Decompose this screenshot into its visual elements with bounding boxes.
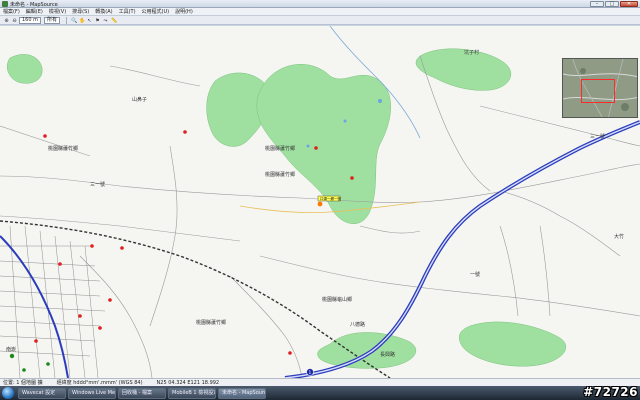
area-label: 桃園縣龜山鄉 [322,296,352,303]
windows-taskbar: Wavecat 設定 Windows Live Mess... 回收桶 - 檔案… [0,386,640,400]
place-label: 坑子村 [464,49,479,56]
pond [378,99,382,103]
zoom-in-icon[interactable]: ⊕ [3,17,10,24]
taskbar-item-active[interactable]: 未命名 - MapSource [218,387,266,399]
place-label: 長興路 [380,351,395,358]
select-tool-icon[interactable]: ↖ [86,17,93,24]
hand-tool-icon[interactable]: ✋ [78,17,85,24]
area-label: 桃園縣蘆竹鄉 [196,319,226,326]
place-label: 大竹 [614,233,624,240]
menu-utilities[interactable]: 公用程式(U) [142,8,170,15]
status-coordinates: N25 04.324 E121 18.992 [156,379,220,386]
road-label: 一號 [470,271,480,278]
toolbar-separator [66,16,68,24]
menu-bar: 檔案(F) 編輯(E) 檢視(V) 搜尋(S) 轉換(A) 工具(T) 公用程式… [0,8,640,16]
watermark: #72726 [583,385,638,399]
zoom-scale-select[interactable]: 160 m [19,16,42,24]
map-canvas[interactable]: 口湖一鄉一號 1 桃園縣蘆竹鄉 桃園縣蘆竹鄉 桃園縣蘆竹鄉 桃園縣龜山鄉 桃園縣… [0,26,640,378]
title-bar: 未命名 - MapSource – □ ✕ [0,0,640,8]
distance-tool-icon[interactable]: 📏 [110,17,117,24]
selected-poi-label: 口湖一鄉一號 [320,196,341,201]
map-view[interactable]: 口湖一鄉一號 1 桃園縣蘆竹鄉 桃園縣蘆竹鄉 桃園縣蘆竹鄉 桃園縣龜山鄉 桃園縣… [0,26,640,378]
menu-file[interactable]: 檔案(F) [3,8,20,15]
close-button[interactable]: ✕ [620,1,638,7]
area-label: 桃園縣蘆竹鄉 [265,171,295,178]
menu-help[interactable]: 說明(H) [175,8,193,15]
pond [343,119,347,123]
taskbar-item[interactable]: MobileB 1 檢視設定 [168,387,216,399]
minimize-button[interactable]: – [590,1,604,7]
taskbar-item[interactable]: 回收桶 - 檔案 [118,387,166,399]
map-product-select[interactable]: 所有 [44,16,61,24]
waypoint-tool-icon[interactable]: ⚑ [94,17,101,24]
menu-view[interactable]: 檢視(V) [49,8,66,15]
area-label: 桃園縣蘆竹鄉 [265,145,295,152]
mapsource-app-icon [2,1,8,7]
status-map-info: 位置: 1 個地圖 擴 [3,380,43,386]
road-label: 三一號 [590,133,605,140]
menu-edit[interactable]: 編輯(E) [26,8,43,15]
toolbar: ⊕ ⊖ 160 m 所有 🔍 ✋ ↖ ⚑ ⤳ 📏 [0,16,640,25]
menu-tools[interactable]: 工具(T) [119,8,136,15]
menu-transfer[interactable]: 轉換(A) [95,8,112,15]
taskbar-item[interactable]: Windows Live Mess... [68,387,116,399]
status-datum: 經緯度 hddd°mm'.mmm' (WGS 84) [56,380,143,386]
place-label: 八德路 [350,321,365,328]
overview-viewport-frame[interactable] [581,79,615,103]
waypoint-flag-icon[interactable] [317,201,323,207]
overview-map[interactable] [562,58,638,118]
zoom-tool-icon[interactable]: 🔍 [70,17,77,24]
place-label: 南崁 [6,346,16,353]
freeway-number: 1 [309,370,312,375]
area-label: 桃園縣蘆竹鄉 [48,145,78,152]
pond [306,144,310,148]
start-button-icon[interactable] [2,387,14,399]
taskbar-item[interactable]: Wavecat 設定 [18,387,66,399]
menu-search[interactable]: 搜尋(S) [72,8,89,15]
place-label: 山鼻子 [132,96,147,103]
window-title: 未命名 - MapSource [10,2,58,8]
maximize-button[interactable]: □ [605,1,619,7]
route-tool-icon[interactable]: ⤳ [102,17,109,24]
status-bar: 位置: 1 個地圖 擴 經緯度 hddd°mm'.mmm' (WGS 84) N… [0,378,640,386]
zoom-out-icon[interactable]: ⊖ [11,17,18,24]
road-label: 三一號 [90,181,105,188]
